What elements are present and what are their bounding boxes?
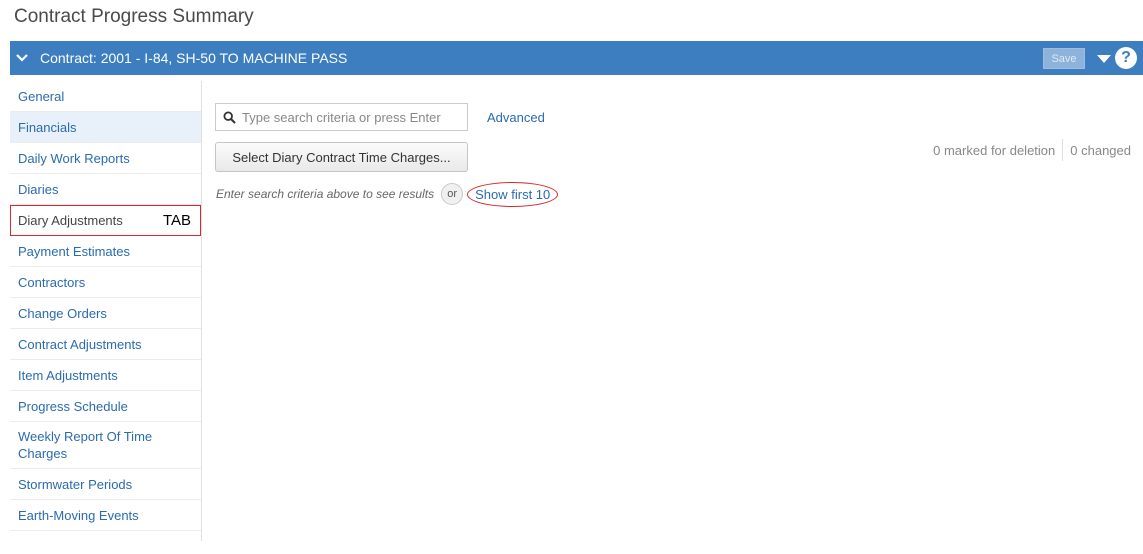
sidebar-item-stormwater-periods[interactable]: Stormwater Periods <box>10 469 201 500</box>
show-first-10-link[interactable]: Show first 10 <box>467 181 559 207</box>
sidebar-item-contract-adjustments[interactable]: Contract Adjustments <box>10 329 201 360</box>
sidebar-item-payment-estimates[interactable]: Payment Estimates <box>10 236 201 267</box>
sidebar-item-label: Weekly Report Of Time Charges <box>18 429 153 461</box>
or-badge: or <box>441 183 464 205</box>
sidebar-nav: General Financials Daily Work Reports Di… <box>10 81 202 541</box>
tab-annotation: TAB <box>162 212 191 229</box>
sidebar-item-change-orders[interactable]: Change Orders <box>10 298 201 329</box>
sidebar-item-diary-adjustments[interactable]: Diary Adjustments TAB <box>10 205 201 236</box>
sidebar-item-diaries[interactable]: Diaries <box>10 174 201 205</box>
divider <box>1062 139 1064 161</box>
contract-title: Contract: 2001 - I-84, SH-50 TO MACHINE … <box>40 50 348 66</box>
select-diary-time-charges-button[interactable]: Select Diary Contract Time Charges... <box>215 142 468 172</box>
sidebar-item-weekly-report[interactable]: Weekly Report Of Time Charges <box>10 422 201 469</box>
sidebar-item-contractors[interactable]: Contractors <box>10 267 201 298</box>
advanced-search-link[interactable]: Advanced <box>487 110 545 125</box>
sidebar-item-general[interactable]: General <box>10 81 201 112</box>
sidebar-item-item-adjustments[interactable]: Item Adjustments <box>10 360 201 391</box>
sidebar-item-daily-work-reports[interactable]: Daily Work Reports <box>10 143 201 174</box>
marked-for-deletion-count: 0 marked for deletion <box>933 142 1056 158</box>
search-field[interactable] <box>215 103 468 131</box>
changed-count: 0 changed <box>1070 142 1131 158</box>
help-icon[interactable]: ? <box>1115 47 1137 69</box>
page-title: Contract Progress Summary <box>14 6 254 27</box>
sidebar-item-financials[interactable]: Financials <box>10 112 201 143</box>
sidebar-item-progress-schedule[interactable]: Progress Schedule <box>10 391 201 422</box>
search-hint-row: Enter search criteria above to see resul… <box>216 181 559 207</box>
status-counts: 0 marked for deletion 0 changed <box>933 139 1131 161</box>
search-icon <box>216 110 242 124</box>
dropdown-caret-icon[interactable] <box>1097 51 1111 69</box>
contract-header-bar[interactable]: Contract: 2001 - I-84, SH-50 TO MACHINE … <box>10 41 1143 75</box>
sidebar-item-earth-moving-events[interactable]: Earth-Moving Events <box>10 500 201 531</box>
sidebar-item-label: Diary Adjustments <box>18 212 123 228</box>
save-button[interactable]: Save <box>1043 48 1085 69</box>
search-input[interactable] <box>242 109 462 125</box>
search-hint-text: Enter search criteria above to see resul… <box>216 187 435 201</box>
chevron-down-icon[interactable] <box>16 53 38 63</box>
